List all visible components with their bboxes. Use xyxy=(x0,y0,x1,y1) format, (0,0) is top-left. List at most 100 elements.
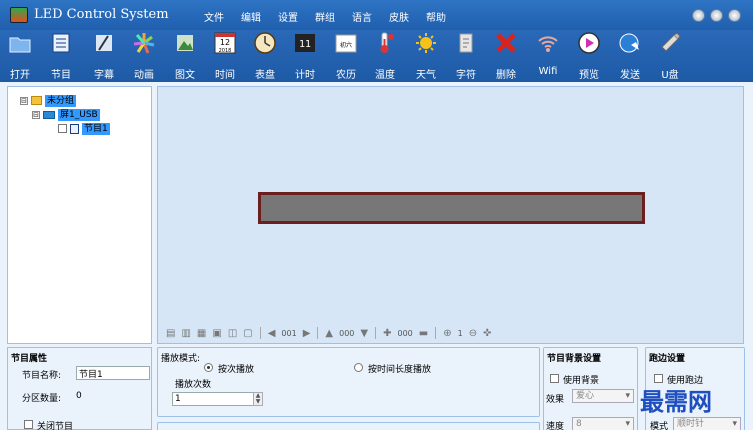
lower-settings-group xyxy=(157,422,540,430)
plus-icon[interactable]: ✚ xyxy=(383,328,391,339)
maximize-icon[interactable] xyxy=(710,9,723,22)
animation-icon xyxy=(133,33,155,54)
program-checkbox[interactable] xyxy=(58,124,67,133)
image-text-icon xyxy=(177,35,193,51)
lunar-text: 初六 xyxy=(340,41,352,49)
program-props-title: 节目属性 xyxy=(11,354,48,364)
monitor-icon xyxy=(43,111,55,119)
site-watermark: 最需网 xyxy=(640,388,712,416)
fit-width-icon[interactable]: ▣ xyxy=(212,328,221,339)
center-target-icon[interactable]: ✜ xyxy=(483,328,491,339)
order-value: 000 xyxy=(339,328,355,338)
menu-group[interactable]: 群组 xyxy=(315,9,335,24)
toolbar-button-subtitle[interactable]: 字幕 xyxy=(86,32,122,82)
collapse-icon[interactable]: ⊟ xyxy=(32,111,40,119)
tree-node-screen[interactable]: ⊟ 屏1_USB xyxy=(32,109,142,121)
play-count-stepper[interactable]: ▲ ▼ xyxy=(253,392,263,406)
clock-icon xyxy=(254,32,276,54)
toolbar-button-clock[interactable]: 表盘 xyxy=(247,32,283,82)
menu-edit[interactable]: 编辑 xyxy=(241,9,261,24)
wifi-icon xyxy=(538,36,558,52)
play-mode-title: 播放模式: xyxy=(161,354,201,364)
play-by-duration-radio[interactable] xyxy=(354,363,363,372)
toolbar-label: 删除 xyxy=(496,70,516,81)
move-down-icon[interactable]: ▼ xyxy=(360,328,368,339)
zoom-out-icon[interactable]: ⊖ xyxy=(469,328,477,339)
menu-language[interactable]: 语言 xyxy=(352,9,372,24)
preview-canvas: ▤ ▥ ▦ ▣ ◫ ▢ ◀ 001 ▶ ▲ 000 ▼ ✚ 000 ▬ ⊕ 1 … xyxy=(157,86,744,344)
toolbar-button-send[interactable]: 发送 xyxy=(612,32,648,82)
title-bar: LED Control System 文件 编辑 设置 群组 语言 皮肤 帮助 xyxy=(0,0,753,30)
toolbar-button-character[interactable]: 字符 xyxy=(448,32,484,82)
separator xyxy=(375,327,377,339)
background-settings-group: 节目背景设置 使用背景 效果 爱心 速度 8 xyxy=(543,347,638,430)
program-name-input[interactable] xyxy=(76,366,150,380)
character-icon xyxy=(459,33,473,53)
thermometer-icon xyxy=(380,32,394,53)
toolbar-button-delete[interactable]: 删除 xyxy=(488,32,524,82)
align-left-icon[interactable]: ▤ xyxy=(166,328,175,339)
play-count-input[interactable] xyxy=(172,392,254,406)
canvas-control-bar: ▤ ▥ ▦ ▣ ◫ ▢ ◀ 001 ▶ ▲ 000 ▼ ✚ 000 ▬ ⊕ 1 … xyxy=(163,324,738,342)
subtitle-icon xyxy=(96,35,112,51)
menu-settings[interactable]: 设置 xyxy=(278,9,298,24)
toolbar-button-usb[interactable]: U盘 xyxy=(652,32,688,82)
menu-bar: 文件 编辑 设置 群组 语言 皮肤 帮助 xyxy=(204,9,463,24)
play-mode-group: 播放模式: 按次播放 按时间长度播放 播放次数 ▲▼ xyxy=(157,347,540,417)
program-properties-panel: 节目属性 节目名称: 分区数量: 0 关闭节目 xyxy=(7,347,152,430)
folder-icon xyxy=(9,37,31,53)
next-frame-icon[interactable]: ▶ xyxy=(303,328,311,339)
toolbar-button-animation[interactable]: 动画 xyxy=(126,32,162,82)
zoom-in-icon[interactable]: ⊕ xyxy=(443,328,451,339)
toolbar-button-preview[interactable]: 预览 xyxy=(571,32,607,82)
toolbar-label: U盘 xyxy=(661,70,679,81)
timer-icon: 11 xyxy=(295,34,315,52)
collapse-icon[interactable]: ⊟ xyxy=(20,97,28,105)
tree-label-screen: 屏1_USB xyxy=(58,109,100,121)
border-settings-title: 跑边设置 xyxy=(649,354,686,364)
bg-settings-title: 节目背景设置 xyxy=(547,354,602,364)
separator xyxy=(259,327,261,339)
minimize-icon[interactable] xyxy=(692,9,705,22)
move-up-icon[interactable]: ▲ xyxy=(325,328,333,339)
play-count-label: 播放次数 xyxy=(175,380,212,390)
mode-select[interactable]: 顺时针 xyxy=(673,417,741,430)
align-right-icon[interactable]: ▦ xyxy=(197,328,206,339)
fit-window-icon[interactable]: ▢ xyxy=(243,328,252,339)
window-controls xyxy=(687,9,741,22)
tree-label-program: 节目1 xyxy=(82,123,110,135)
toolbar-button-lunar[interactable]: 初六 农历 xyxy=(328,32,364,82)
toolbar-button-wifi[interactable]: Wifi xyxy=(530,32,566,82)
toolbar-button-weather[interactable]: 天气 xyxy=(408,32,444,82)
sun-icon xyxy=(416,33,436,53)
tree-node-group[interactable]: ⊟ 未分组 xyxy=(20,95,140,107)
folder-icon xyxy=(31,96,42,105)
menu-file[interactable]: 文件 xyxy=(204,9,224,24)
fit-height-icon[interactable]: ◫ xyxy=(228,328,237,339)
toolbar-button-open[interactable]: 打开 xyxy=(2,32,38,82)
close-program-checkbox[interactable] xyxy=(24,420,33,429)
toolbar-button-timer[interactable]: 11 计时 xyxy=(287,32,323,82)
program-icon xyxy=(52,33,70,53)
toolbar-button-temperature[interactable]: 温度 xyxy=(367,32,403,82)
close-icon[interactable] xyxy=(728,9,741,22)
speed-select[interactable]: 8 xyxy=(572,417,634,430)
toolbar-button-program[interactable]: 节目 xyxy=(43,32,79,82)
calendar-icon: 122018 xyxy=(214,32,236,54)
toolbar-button-time[interactable]: 12 2018 时间 xyxy=(207,32,243,82)
toolbar-button-image-text[interactable]: 图文 xyxy=(167,32,203,82)
tree-node-program[interactable]: 节目1 xyxy=(58,123,138,135)
partition-count-value: 0 xyxy=(76,391,82,401)
menu-skin[interactable]: 皮肤 xyxy=(389,9,409,24)
use-background-checkbox[interactable] xyxy=(550,374,559,383)
play-icon xyxy=(578,32,600,54)
minus-icon[interactable]: ▬ xyxy=(419,328,428,339)
menu-help[interactable]: 帮助 xyxy=(426,9,446,24)
first-frame-icon[interactable]: ◀ xyxy=(268,328,276,339)
separator xyxy=(317,327,319,339)
app-title: LED Control System xyxy=(34,7,169,22)
play-by-count-radio[interactable] xyxy=(204,363,213,372)
effect-select[interactable]: 爱心 xyxy=(572,389,634,403)
align-center-icon[interactable]: ▥ xyxy=(181,328,190,339)
led-screen-area[interactable] xyxy=(258,192,645,224)
